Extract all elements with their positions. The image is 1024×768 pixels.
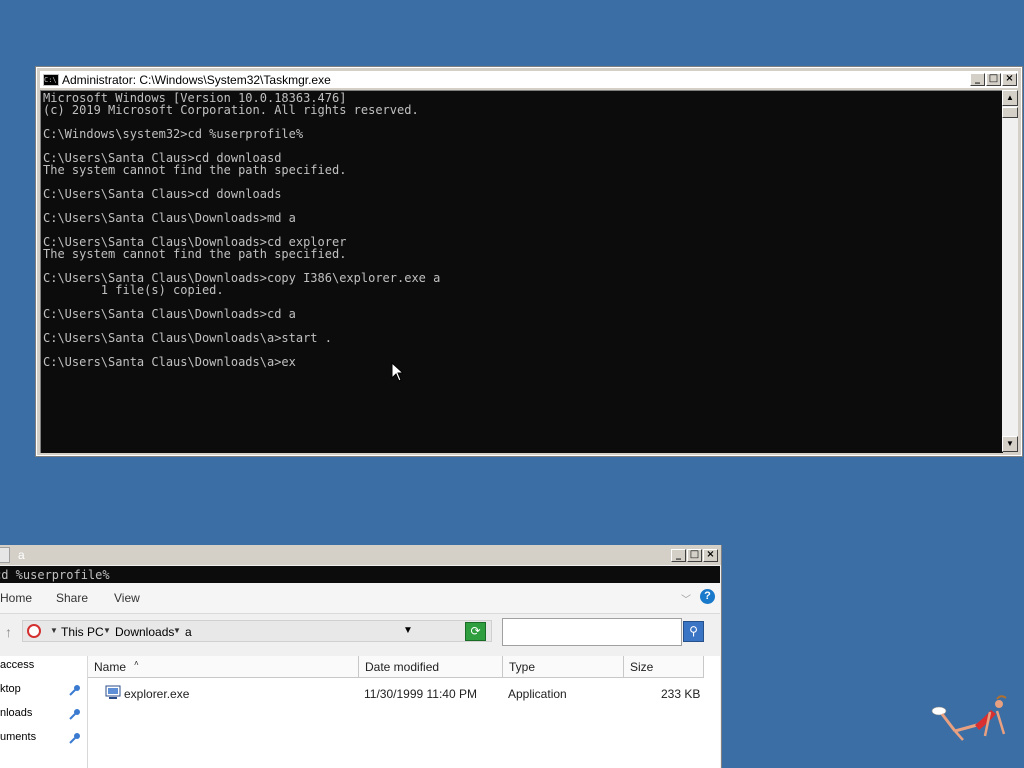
pin-icon <box>69 685 80 696</box>
cmd-icon: C:\ <box>43 73 59 86</box>
console-text: Microsoft Windows [Version 10.0.18363.47… <box>43 91 441 369</box>
console-title: Administrator: C:\Windows\System32\Taskm… <box>62 72 331 87</box>
address-toolbar: ↑ ▼ This PC ▼ Downloads ▼ a ▼ ⟳ ⚲ <box>0 614 720 648</box>
ribbon: Home Share View ﹀ ? <box>0 583 720 614</box>
explorer-window[interactable]: a _ □ × cd %userprofile% Home Share View… <box>0 545 722 768</box>
console-strip-text: cd %userprofile% <box>0 568 110 582</box>
chevron-down-icon[interactable]: ▼ <box>173 626 181 635</box>
tab-view[interactable]: View <box>114 591 140 605</box>
file-type: Application <box>508 687 567 701</box>
sort-ascending-icon: ˄ <box>134 659 139 668</box>
nav-item-downloads[interactable]: nloads <box>0 704 87 724</box>
minimize-button[interactable]: _ <box>970 73 985 86</box>
pin-icon <box>69 709 80 720</box>
navigation-pane: access ktop nloads uments <box>0 656 88 768</box>
nav-item-label: uments <box>0 731 37 743</box>
column-header-date[interactable]: Date modified <box>359 656 503 678</box>
console-window[interactable]: C:\ Administrator: C:\Windows\System32\T… <box>35 66 1023 457</box>
tab-home[interactable]: Home <box>0 591 32 605</box>
nav-item-desktop[interactable]: ktop <box>0 680 87 700</box>
column-header-label: Size <box>630 660 654 674</box>
console-scrollbar[interactable]: ▲ ▼ <box>1002 90 1018 452</box>
file-date: 11/30/1999 11:40 PM <box>364 687 477 701</box>
column-header-label: Date modified <box>365 660 440 674</box>
breadcrumb-a[interactable]: a <box>185 625 192 639</box>
folder-icon <box>0 547 10 563</box>
close-button[interactable]: × <box>703 548 718 562</box>
help-icon[interactable]: ? <box>700 589 715 604</box>
scroll-down-arrow-icon[interactable]: ▼ <box>1002 436 1018 452</box>
search-icon[interactable]: ⚲ <box>683 621 704 642</box>
pin-icon <box>69 733 80 744</box>
file-name[interactable]: explorer.exe <box>124 687 189 701</box>
search-input[interactable] <box>502 618 682 646</box>
nav-item-documents[interactable]: uments <box>0 728 87 748</box>
explorer-titlebar[interactable]: a _ □ × <box>0 545 721 565</box>
column-header-name[interactable]: Name ˄ <box>88 656 359 678</box>
column-header-type[interactable]: Type <box>503 656 624 678</box>
file-size: 233 KB <box>661 687 701 701</box>
nav-item-quick-access[interactable]: access <box>0 656 87 676</box>
nav-item-label: access <box>0 659 35 671</box>
tab-share[interactable]: Share <box>56 591 88 605</box>
console-output[interactable]: Microsoft Windows [Version 10.0.18363.47… <box>40 90 1003 453</box>
breadcrumb-this-pc[interactable]: This PC <box>61 625 104 639</box>
console-strip: cd %userprofile% <box>0 566 720 583</box>
minimize-button[interactable]: _ <box>671 548 686 562</box>
maximize-button[interactable]: □ <box>986 73 1001 86</box>
up-arrow-icon[interactable]: ↑ <box>5 624 12 640</box>
chevron-down-icon[interactable]: ▼ <box>103 626 111 635</box>
maximize-button[interactable]: □ <box>687 548 702 562</box>
file-list[interactable]: Name ˄ Date modified Type Size explorer.… <box>88 656 720 768</box>
column-header-size[interactable]: Size <box>624 656 704 678</box>
address-bar[interactable]: ▼ This PC ▼ Downloads ▼ a ▼ <box>22 620 492 642</box>
nav-item-label: ktop <box>0 683 21 695</box>
refresh-icon[interactable]: ⟳ <box>465 622 486 641</box>
address-dropdown-icon[interactable]: ▼ <box>403 625 413 636</box>
chevron-down-icon[interactable]: ﹀ <box>681 591 691 606</box>
column-header-label: Type <box>509 660 536 674</box>
breadcrumb-downloads[interactable]: Downloads <box>115 625 174 639</box>
mouse-pointer-icon <box>391 362 403 382</box>
scroll-thumb[interactable] <box>1002 107 1018 118</box>
application-icon <box>105 685 121 699</box>
explorer-title: a <box>18 548 25 562</box>
column-header-label: Name <box>94 660 127 674</box>
scroll-up-arrow-icon[interactable]: ▲ <box>1002 90 1018 106</box>
close-button[interactable]: × <box>1002 73 1017 86</box>
console-titlebar[interactable]: C:\ Administrator: C:\Windows\System32\T… <box>40 71 1018 88</box>
recent-locations-icon[interactable] <box>27 624 41 638</box>
nav-item-label: nloads <box>0 707 33 719</box>
desktop-gymnast-icon <box>931 695 1007 741</box>
chevron-down-icon[interactable]: ▼ <box>50 626 58 635</box>
table-row[interactable]: explorer.exe 11/30/1999 11:40 PM Applica… <box>88 684 720 704</box>
